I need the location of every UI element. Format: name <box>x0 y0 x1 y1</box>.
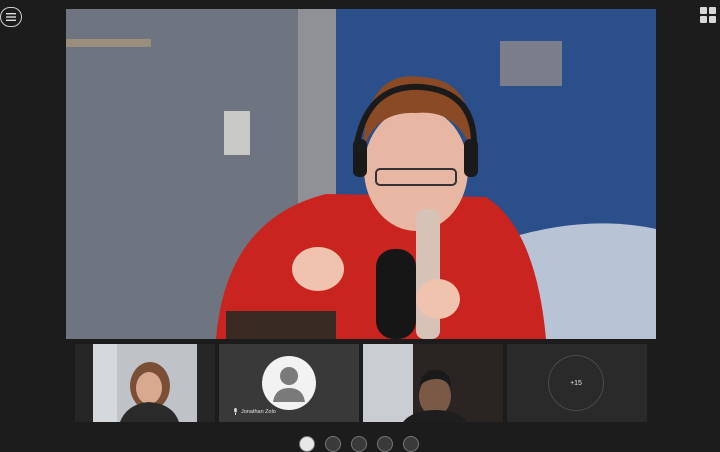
share-icon[interactable] <box>377 436 393 452</box>
microphone-icon <box>234 408 237 415</box>
participant-tile-1[interactable] <box>75 344 215 422</box>
participant-tile-3[interactable] <box>363 344 503 422</box>
edit-icon[interactable] <box>325 436 341 452</box>
participant-name-label: Jonathan Zolo <box>233 408 276 415</box>
hamburger-menu-icon <box>6 13 16 21</box>
participant-video-1 <box>75 344 215 422</box>
camera-icon[interactable] <box>351 436 367 452</box>
main-video-feed <box>66 9 656 339</box>
participant-video-3 <box>363 344 503 422</box>
grid-icon[interactable] <box>403 436 419 452</box>
person-avatar-icon <box>262 356 316 410</box>
participant-name: Jonathan Zolo <box>241 408 276 415</box>
overflow-count: +15 <box>570 379 582 387</box>
menu-button[interactable] <box>0 7 22 27</box>
bottom-toolbar <box>299 436 419 452</box>
participants-icon[interactable] <box>299 436 315 452</box>
participant-tile-overflow[interactable]: +15 <box>507 344 647 422</box>
participant-tile-2[interactable]: Jonathan Zolo <box>219 344 359 422</box>
more-participants-button[interactable]: +15 <box>548 355 604 411</box>
grid-layout-icon[interactable] <box>700 7 716 23</box>
main-video-image <box>66 9 656 339</box>
